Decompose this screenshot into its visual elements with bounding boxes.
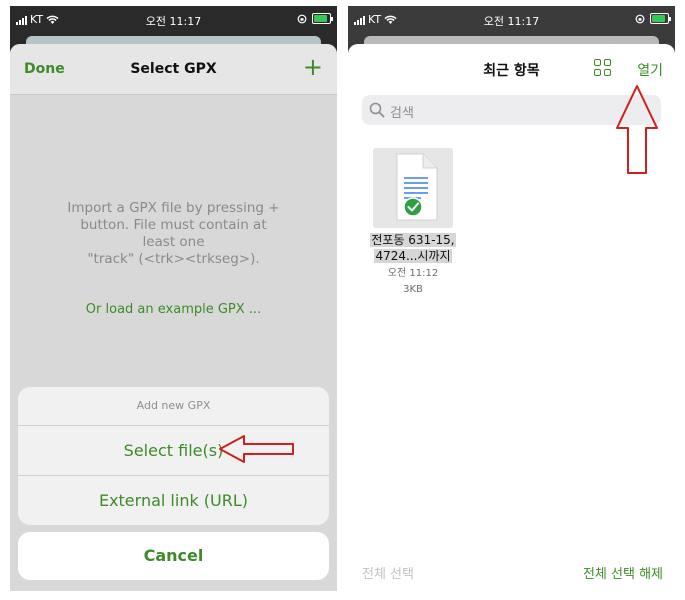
select-all-button[interactable]: 전체 선택 — [362, 563, 414, 582]
battery-icon — [312, 13, 333, 24]
left-phone-screen: KT 오전 11:17 Done Select GPX + Import a G… — [10, 6, 337, 591]
file-name-line: 4724...시까지 — [374, 249, 452, 263]
select-gpx-sheet: Done Select GPX + Import a GPX file by p… — [10, 44, 337, 591]
status-bar: KT 오전 11:17 — [348, 6, 675, 32]
empty-state-message: Import a GPX file by pressing + button. … — [60, 200, 287, 268]
page-title: Select GPX — [130, 61, 217, 77]
battery-icon — [650, 13, 671, 24]
annotation-arrow-left-icon — [219, 435, 294, 463]
file-size: 3KB — [403, 284, 423, 295]
add-gpx-button[interactable]: + — [303, 54, 323, 80]
empty-message-line: button. File must contain at — [80, 217, 267, 233]
external-link-button[interactable]: External link (URL) — [18, 476, 329, 525]
empty-message-line: least one — [142, 234, 205, 250]
document-icon — [396, 153, 438, 221]
orientation-lock-icon — [297, 14, 307, 23]
nav-bar: Done Select GPX + — [10, 44, 337, 95]
deselect-all-button[interactable]: 전체 선택 해제 — [583, 563, 663, 582]
search-icon — [369, 102, 385, 118]
file-name[interactable]: 전포동 631-15, 4724...시까지 — [366, 232, 460, 264]
open-button[interactable]: 열기 — [637, 60, 663, 80]
orientation-lock-icon — [635, 14, 645, 23]
cancel-button[interactable]: Cancel — [18, 532, 329, 580]
status-bar: KT 오전 11:17 — [10, 6, 337, 32]
right-phone-screen: KT 오전 11:17 최근 항목 열기 검색 전포동 631-15, 4724… — [348, 6, 675, 591]
file-metadata: 오전 11:12 3KB — [366, 266, 460, 298]
status-time: 오전 11:17 — [483, 15, 540, 28]
file-name-line: 전포동 631-15, — [370, 233, 456, 247]
empty-message-line: "track" (<trk><trkseg>). — [87, 251, 260, 267]
empty-message-line: Import a GPX file by pressing + — [67, 200, 280, 216]
file-thumbnail[interactable] — [373, 148, 453, 228]
load-example-link[interactable]: Or load an example GPX ... — [10, 302, 337, 317]
search-placeholder: 검색 — [390, 106, 414, 121]
annotation-arrow-up-icon — [616, 85, 658, 174]
status-time: 오전 11:17 — [145, 15, 202, 28]
file-time: 오전 11:12 — [387, 268, 439, 279]
action-sheet-header: Add new GPX — [18, 387, 329, 426]
page-title: 최근 항목 — [483, 63, 540, 79]
grid-view-icon[interactable] — [594, 59, 612, 77]
